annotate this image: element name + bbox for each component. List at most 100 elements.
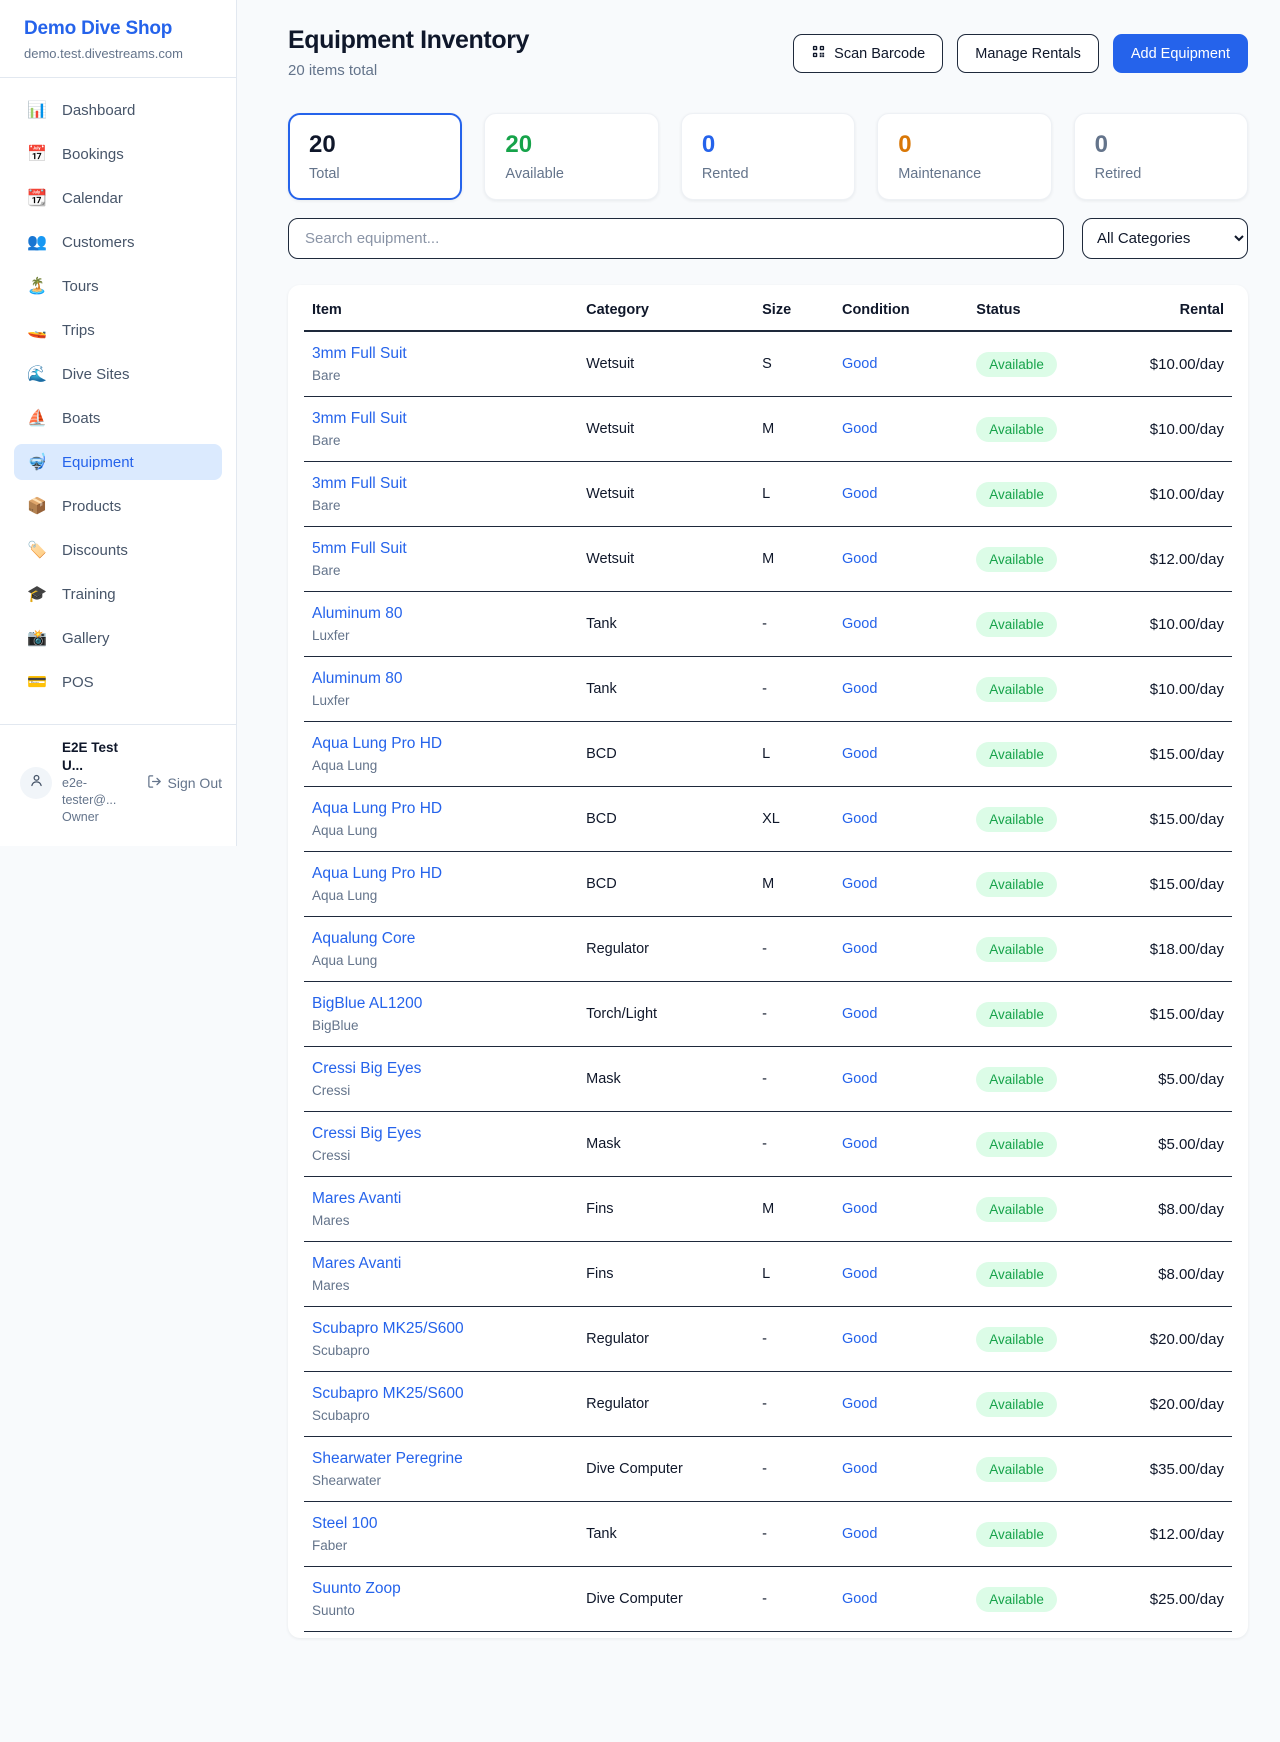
status-badge: Available [976, 1327, 1057, 1352]
add-equipment-button[interactable]: Add Equipment [1113, 34, 1248, 73]
item-name-link[interactable]: Aluminum 80 [312, 605, 402, 623]
discounts-icon: 🏷️ [26, 540, 48, 560]
item-condition-link[interactable]: Good [842, 1071, 877, 1087]
item-category: Dive Computer [578, 1437, 754, 1502]
item-condition-link[interactable]: Good [842, 746, 877, 762]
item-condition-link[interactable]: Good [842, 941, 877, 957]
item-name-link[interactable]: 3mm Full Suit [312, 345, 407, 363]
table-row: BigBlue AL1200 BigBlue Torch/Light - Goo… [304, 982, 1232, 1047]
user-meta: E2E Test U... e2e-tester@... Owner [62, 739, 135, 826]
item-category: Wetsuit [578, 527, 754, 592]
item-condition-link[interactable]: Good [842, 1136, 877, 1152]
stat-card[interactable]: 0 Retired [1074, 113, 1248, 200]
sidebar-item-pos[interactable]: 💳 POS [14, 664, 222, 700]
page-header: Equipment Inventory 20 items total Scan … [288, 26, 1248, 79]
stat-card[interactable]: 20 Available [484, 113, 658, 200]
sidebar-item-trips[interactable]: 🚤 Trips [14, 312, 222, 348]
stat-value: 20 [505, 131, 637, 159]
item-name-link[interactable]: Aqua Lung Pro HD [312, 800, 442, 818]
item-name-link[interactable]: Aqualung Core [312, 930, 415, 948]
item-condition-link[interactable]: Good [842, 1396, 877, 1412]
bookings-icon: 📅 [26, 144, 48, 164]
item-condition-link[interactable]: Good [842, 1006, 877, 1022]
item-condition-link[interactable]: Good [842, 681, 877, 697]
sidebar-item-dashboard[interactable]: 📊 Dashboard [14, 92, 222, 128]
sidebar-item-calendar[interactable]: 📆 Calendar [14, 180, 222, 216]
item-size: M [754, 527, 834, 592]
item-condition-link[interactable]: Good [842, 1266, 877, 1282]
item-name-link[interactable]: Aqua Lung Pro HD [312, 735, 442, 753]
item-name-link[interactable]: Cressi Big Eyes [312, 1125, 421, 1143]
stat-value: 0 [1095, 131, 1227, 159]
item-name-link[interactable]: Mares Avanti [312, 1255, 401, 1273]
item-name-link[interactable]: Shearwater Peregrine [312, 1450, 463, 1468]
category-select[interactable]: All Categories [1082, 218, 1248, 259]
sidebar-item-discounts[interactable]: 🏷️ Discounts [14, 532, 222, 568]
scan-barcode-button[interactable]: Scan Barcode [793, 34, 943, 73]
stat-label: Available [505, 166, 637, 182]
item-name-link[interactable]: 5mm Full Suit [312, 540, 407, 558]
sidebar-item-bookings[interactable]: 📅 Bookings [14, 136, 222, 172]
item-name-link[interactable]: BigBlue AL1200 [312, 995, 422, 1013]
item-condition-link[interactable]: Good [842, 421, 877, 437]
item-name-link[interactable]: Aqua Lung Pro HD [312, 865, 442, 883]
stat-value: 20 [309, 131, 441, 159]
sidebar-item-products[interactable]: 📦 Products [14, 488, 222, 524]
boats-icon: ⛵ [26, 408, 48, 428]
stat-value: 0 [702, 131, 834, 159]
item-brand: Bare [312, 433, 570, 448]
sidebar-item-label: Customers [62, 234, 135, 251]
item-name-link[interactable]: Scubapro MK25/S600 [312, 1320, 464, 1338]
item-brand: Suunto [312, 1603, 570, 1618]
manage-rentals-button[interactable]: Manage Rentals [957, 34, 1099, 73]
status-badge: Available [976, 1392, 1057, 1417]
item-condition-link[interactable]: Good [842, 876, 877, 892]
table-row: Shearwater Peregrine Shearwater Dive Com… [304, 1437, 1232, 1502]
sidebar-item-gallery[interactable]: 📸 Gallery [14, 620, 222, 656]
item-condition-link[interactable]: Good [842, 1331, 877, 1347]
item-rental-rate: $8.00/day [1142, 1177, 1232, 1242]
item-rental-rate: $35.00/day [1142, 1437, 1232, 1502]
sign-out-label: Sign Out [168, 775, 222, 791]
item-condition-link[interactable]: Good [842, 356, 877, 372]
stat-card[interactable]: 20 Total [288, 113, 462, 200]
item-name-link[interactable]: Scubapro MK25/S600 [312, 1385, 464, 1403]
item-condition-link[interactable]: Good [842, 486, 877, 502]
item-condition-link[interactable]: Good [842, 616, 877, 632]
item-name-link[interactable]: Cressi Big Eyes [312, 1060, 421, 1078]
item-size: - [754, 592, 834, 657]
sidebar-item-label: Bookings [62, 146, 124, 163]
sidebar-item-tours[interactable]: 🏝️ Tours [14, 268, 222, 304]
item-condition-link[interactable]: Good [842, 811, 877, 827]
item-brand: Aqua Lung [312, 823, 570, 838]
item-name-link[interactable]: Mares Avanti [312, 1190, 401, 1208]
sidebar-item-equipment[interactable]: 🤿 Equipment [14, 444, 222, 480]
sidebar-item-label: Trips [62, 322, 95, 339]
item-rental-rate: $12.00/day [1142, 527, 1232, 592]
sidebar-item-label: Calendar [62, 190, 123, 207]
item-category: Dive Computer [578, 1567, 754, 1632]
item-category: Mask [578, 1112, 754, 1177]
item-name-link[interactable]: Aluminum 80 [312, 670, 402, 688]
item-condition-link[interactable]: Good [842, 1461, 877, 1477]
item-name-link[interactable]: 3mm Full Suit [312, 475, 407, 493]
item-condition-link[interactable]: Good [842, 1526, 877, 1542]
sidebar-item-customers[interactable]: 👥 Customers [14, 224, 222, 260]
item-name-link[interactable]: Steel 100 [312, 1515, 378, 1533]
stat-card[interactable]: 0 Rented [681, 113, 855, 200]
sign-out-button[interactable]: Sign Out [145, 770, 224, 796]
sidebar-item-boats[interactable]: ⛵ Boats [14, 400, 222, 436]
sidebar-item-training[interactable]: 🎓 Training [14, 576, 222, 612]
stat-card[interactable]: 0 Maintenance [877, 113, 1051, 200]
item-category: Torch/Light [578, 982, 754, 1047]
sidebar-item-dive-sites[interactable]: 🌊 Dive Sites [14, 356, 222, 392]
item-condition-link[interactable]: Good [842, 1591, 877, 1607]
item-condition-link[interactable]: Good [842, 551, 877, 567]
item-name-link[interactable]: 3mm Full Suit [312, 410, 407, 428]
items-total-count: 20 items total [288, 62, 529, 79]
item-size: XL [754, 787, 834, 852]
table-row: 3mm Full Suit Bare Wetsuit L Good Availa… [304, 462, 1232, 527]
search-input[interactable] [288, 218, 1064, 259]
item-name-link[interactable]: Suunto Zoop [312, 1580, 401, 1598]
item-condition-link[interactable]: Good [842, 1201, 877, 1217]
